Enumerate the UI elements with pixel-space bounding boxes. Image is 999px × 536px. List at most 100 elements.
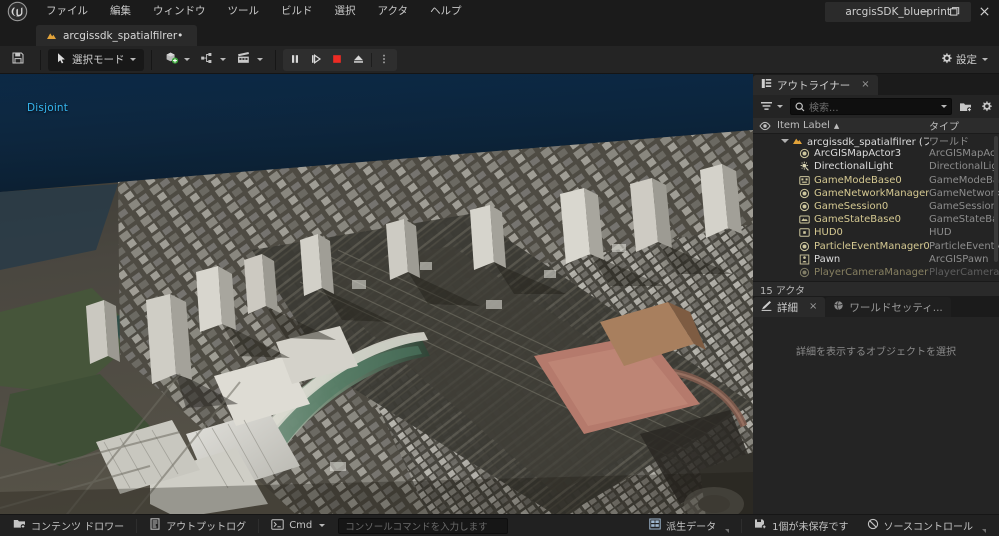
status-divider-3 — [741, 519, 742, 533]
chevron-down-icon — [130, 58, 136, 61]
outliner-search-input[interactable]: 検索... — [790, 98, 952, 115]
filter-button[interactable] — [758, 97, 785, 116]
chevron-down-icon — [184, 58, 190, 61]
item-label-column-header[interactable]: Item Label ▲ — [777, 120, 929, 131]
visibility-column-header[interactable] — [753, 121, 777, 131]
content-drawer-button[interactable]: コンテンツ ドロワー — [4, 517, 133, 535]
chevron-down-icon[interactable] — [781, 139, 789, 143]
row-type: GameStateBa — [929, 214, 999, 225]
viewport-render[interactable]: Disjoint — [0, 74, 753, 514]
derived-data-button[interactable]: 派生データ — [640, 517, 738, 535]
hud-icon — [799, 227, 810, 238]
play-group-divider — [371, 53, 372, 67]
source-control-button[interactable]: ソースコントロール — [858, 517, 996, 535]
table-row[interactable]: GameSession0 GameSession — [753, 200, 999, 213]
type-column-header[interactable]: タイプ — [929, 118, 999, 133]
close-icon[interactable]: × — [809, 302, 817, 312]
console-command-input[interactable]: コンソールコマンドを入力します — [338, 518, 508, 534]
save-button[interactable] — [6, 49, 33, 70]
blueprints-icon — [200, 51, 215, 68]
menu-window[interactable]: ウィンドウ — [142, 2, 217, 22]
details-panel: 詳細 × ワールドセッティ... 詳細を表示するオ — [753, 296, 999, 514]
menu-edit[interactable]: 編集 — [99, 2, 142, 22]
world-settings-icon — [833, 300, 844, 314]
menu-select[interactable]: 選択 — [324, 2, 367, 22]
editor-body: Disjoint — [0, 74, 999, 514]
table-row[interactable]: GameStateBase0 GameStateBa — [753, 213, 999, 226]
table-row[interactable]: ArcGISMapActor3 ArcGISMapAc — [753, 147, 999, 160]
outliner-tree[interactable]: arcgissdk_spatialfilrer (プレイ゙ ワールド ArcGI… — [753, 134, 999, 281]
unreal-logo[interactable] — [0, 0, 35, 23]
actor-sphere-icon — [799, 267, 810, 278]
chevron-down-icon — [257, 58, 263, 61]
row-type: ArcGISMapAc — [929, 148, 999, 159]
select-mode-dropdown[interactable]: 選択モード — [48, 49, 144, 71]
tab-details[interactable]: 詳細 × — [753, 297, 825, 317]
eject-icon — [352, 50, 365, 69]
table-row[interactable]: GameNetworkManager0 GameNetwork — [753, 187, 999, 200]
minimize-button[interactable] — [909, 0, 939, 23]
chevron-down-icon[interactable] — [941, 105, 947, 108]
cinematics-button[interactable] — [231, 49, 268, 70]
log-icon — [149, 518, 161, 533]
details-content: 詳細を表示するオブジェクトを選択 — [753, 317, 999, 514]
menu-actor[interactable]: アクタ — [367, 2, 420, 22]
level-viewport[interactable]: Disjoint — [0, 74, 753, 514]
new-folder-button[interactable] — [957, 98, 973, 115]
cinematics-icon — [236, 51, 252, 68]
outliner-settings-button[interactable] — [978, 98, 994, 115]
blueprints-button[interactable] — [195, 49, 231, 70]
outliner-toolbar: 検索... — [753, 95, 999, 118]
derived-data-icon — [649, 518, 661, 533]
cursor-select-icon — [56, 52, 69, 68]
tab-outliner[interactable]: アウトライナー × — [753, 75, 878, 95]
pawn-icon — [799, 254, 810, 265]
viewport-overlay-label: Disjoint — [27, 102, 68, 114]
row-label: Pawn — [814, 254, 929, 265]
title-bar: ファイル 編集 ウィンドウ ツール ビルド 選択 アクタ ヘルプ arcgisS… — [0, 0, 999, 23]
maximize-button[interactable] — [939, 0, 969, 23]
table-row[interactable]: PlayerCameraManager0 PlayerCamera — [753, 266, 999, 279]
close-icon[interactable]: × — [861, 80, 869, 90]
level-icon — [792, 135, 803, 146]
unsaved-changes-button[interactable]: 1個が未保存です — [745, 517, 857, 535]
tab-world-settings[interactable]: ワールドセッティ... — [825, 297, 950, 317]
settings-button[interactable]: 設定 — [935, 49, 993, 70]
frame-advance-icon — [310, 50, 322, 69]
pause-button[interactable] — [285, 50, 306, 70]
table-row[interactable]: arcgissdk_spatialfilrer (プレイ゙ ワールド — [753, 134, 999, 147]
save-icon — [11, 51, 25, 68]
close-button[interactable] — [969, 0, 999, 23]
table-row[interactable]: GameModeBase0 GameModeBa — [753, 174, 999, 187]
world-settings-tab-label: ワールドセッティ... — [849, 300, 942, 315]
drawer-icon — [13, 518, 26, 533]
tab-label: arcgissdk_spatialfilrer• — [63, 30, 183, 42]
frame-advance-button[interactable] — [306, 50, 327, 70]
play-controls-group — [283, 49, 397, 71]
cmd-dropdown[interactable]: Cmd — [262, 517, 334, 535]
play-options-button[interactable] — [374, 50, 395, 70]
output-log-button[interactable]: アウトプットログ — [140, 517, 255, 535]
gamemode-icon — [799, 175, 810, 186]
eject-button[interactable] — [348, 50, 369, 70]
stop-button[interactable] — [327, 50, 348, 70]
menu-tools[interactable]: ツール — [217, 2, 271, 22]
chevron-down-icon — [220, 58, 226, 61]
menu-build[interactable]: ビルド — [270, 2, 324, 22]
level-icon — [46, 30, 57, 41]
table-row[interactable]: DirectionalLight DirectionalLig — [753, 160, 999, 173]
tab-level-arcgissdk[interactable]: arcgissdk_spatialfilrer• — [36, 25, 197, 46]
row-label: HUD0 — [814, 227, 929, 238]
unreal-editor-window: ファイル 編集 ウィンドウ ツール ビルド 選択 アクタ ヘルプ arcgisS… — [0, 0, 999, 536]
add-actor-button[interactable] — [159, 49, 195, 70]
console-icon — [271, 519, 284, 533]
table-row[interactable]: Pawn ArcGISPawn — [753, 253, 999, 266]
outliner-scrollbar[interactable] — [994, 136, 998, 262]
menu-bar: ファイル 編集 ウィンドウ ツール ビルド 選択 アクタ ヘルプ — [35, 0, 473, 23]
table-row[interactable]: HUD0 HUD — [753, 226, 999, 239]
menu-help[interactable]: ヘルプ — [419, 2, 473, 22]
table-row[interactable]: ParticleEventManager0 ParticleEventM — [753, 240, 999, 253]
menu-file[interactable]: ファイル — [35, 2, 99, 22]
actor-sphere-icon — [799, 148, 810, 159]
row-label: DirectionalLight — [814, 161, 929, 172]
